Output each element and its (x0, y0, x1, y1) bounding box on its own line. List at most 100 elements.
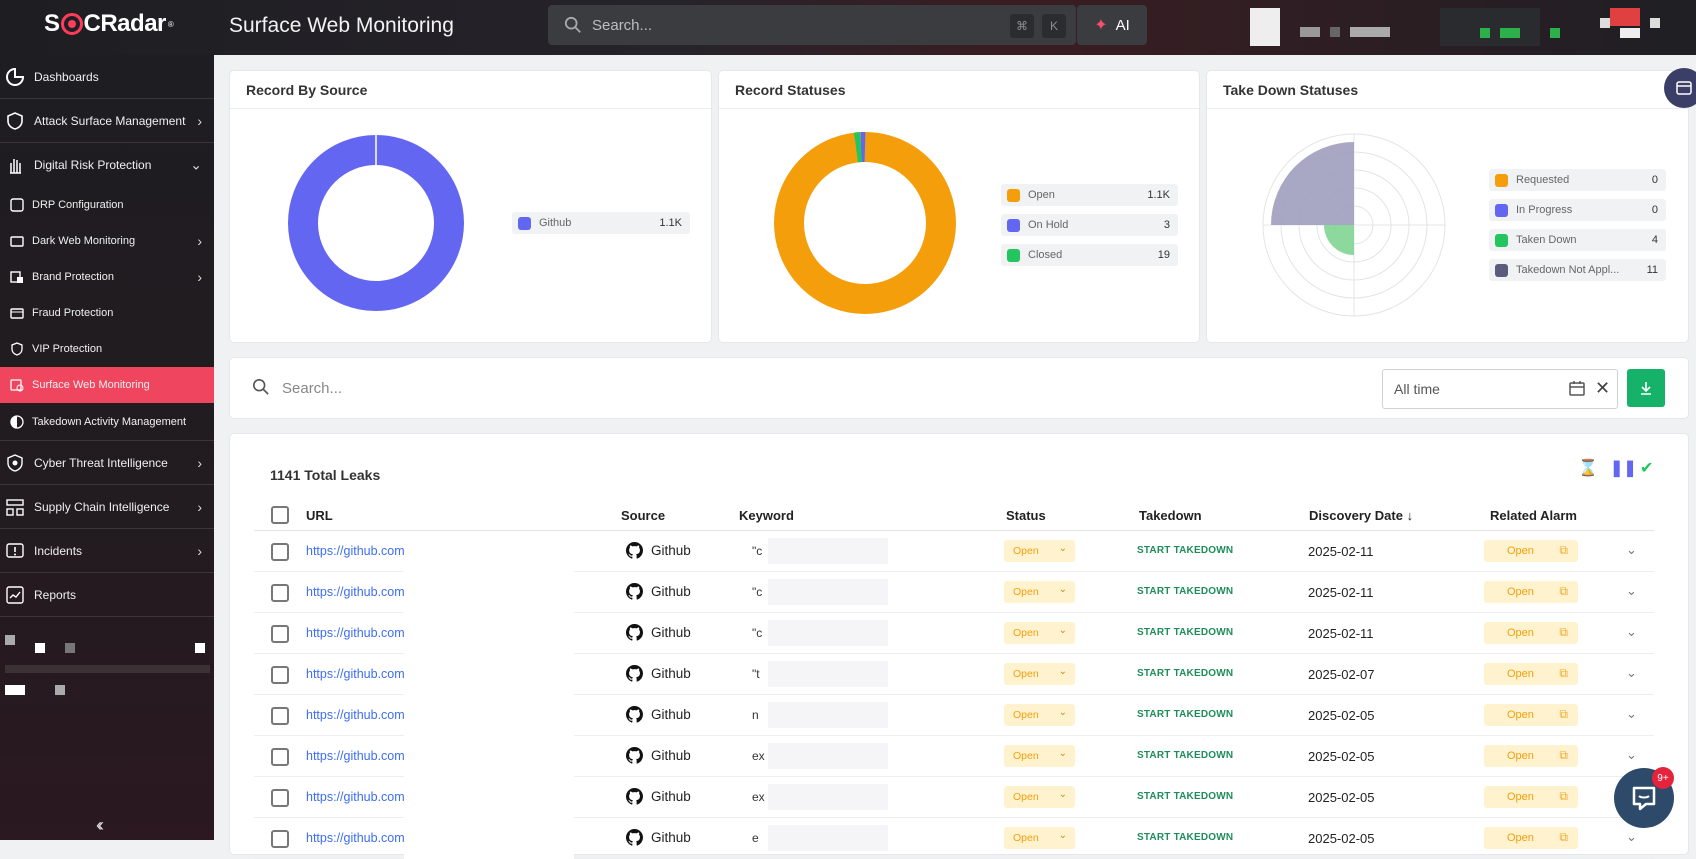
legend-github[interactable]: Github 1.1K (512, 212, 690, 234)
row-checkbox[interactable] (271, 543, 289, 561)
related-alarm-link[interactable]: Open ⧉ (1484, 786, 1578, 808)
leak-url-link[interactable]: https://github.com (306, 585, 405, 599)
legend-requested[interactable]: Requested 0 (1489, 169, 1666, 191)
sidebar-item-surface-web[interactable]: Surface Web Monitoring (0, 367, 214, 403)
table-row[interactable]: https://github.com Github ex Open ⌄ START… (254, 736, 1654, 777)
legend-on-hold[interactable]: On Hold 3 (1001, 214, 1178, 236)
column-header-url[interactable]: URL (306, 508, 333, 523)
sidebar-item-attack-surface[interactable]: Attack Surface Management › (0, 99, 214, 143)
legend-takedown-not-applicable[interactable]: Takedown Not Appl... 11 (1489, 259, 1666, 281)
table-row[interactable]: https://github.com Github ex Open ⌄ START… (254, 777, 1654, 818)
leak-url-link[interactable]: https://github.com (306, 708, 405, 722)
status-dropdown[interactable]: Open ⌄ (1004, 827, 1075, 849)
legend-open[interactable]: Open 1.1K (1001, 184, 1178, 206)
expand-row-icon[interactable]: ⌄ (1626, 624, 1637, 640)
column-header-keyword[interactable]: Keyword (739, 508, 794, 523)
legend-in-progress[interactable]: In Progress 0 (1489, 199, 1666, 221)
side-panel-toggle[interactable] (1664, 68, 1696, 108)
sidebar-item-dark-web[interactable]: Dark Web Monitoring › (0, 223, 214, 259)
org-badge[interactable] (1610, 8, 1640, 26)
collapse-sidebar-icon[interactable]: ‹‹ (96, 815, 104, 836)
status-dropdown[interactable]: Open ⌄ (1004, 704, 1075, 726)
sidebar-item-supply-chain[interactable]: Supply Chain Intelligence › (0, 485, 214, 529)
row-checkbox[interactable] (271, 584, 289, 602)
leak-search-input[interactable]: Search... (282, 380, 342, 397)
sidebar-item-cyber-threat[interactable]: Cyber Threat Intelligence › (0, 441, 214, 485)
sidebar-item-fraud-protection[interactable]: Fraud Protection (0, 295, 214, 331)
expand-row-icon[interactable]: ⌄ (1626, 747, 1637, 763)
pause-icon[interactable]: ❚❚ (1610, 458, 1637, 478)
start-takedown-button[interactable]: START TAKEDOWN (1137, 586, 1233, 597)
global-search[interactable]: Search... ⌘ K (548, 5, 1076, 45)
expand-row-icon[interactable]: ⌄ (1626, 665, 1637, 681)
record-by-source-donut[interactable] (286, 133, 466, 313)
legend-closed[interactable]: Closed 19 (1001, 244, 1178, 266)
sidebar-item-takedown-activity[interactable]: Takedown Activity Management (0, 403, 214, 441)
sidebar-item-reports[interactable]: Reports (0, 573, 214, 617)
start-takedown-button[interactable]: START TAKEDOWN (1137, 832, 1233, 843)
socradar-logo[interactable]: S CRadar ® (44, 10, 174, 38)
start-takedown-button[interactable]: START TAKEDOWN (1137, 791, 1233, 802)
download-button[interactable] (1627, 369, 1665, 407)
leak-url-link[interactable]: https://github.com (306, 544, 405, 558)
related-alarm-link[interactable]: Open ⧉ (1484, 827, 1578, 849)
row-checkbox[interactable] (271, 748, 289, 766)
sidebar-item-brand-protection[interactable]: Brand Protection › (0, 259, 214, 295)
column-header-source[interactable]: Source (621, 508, 665, 523)
leak-url-link[interactable]: https://github.com (306, 749, 405, 763)
table-row[interactable]: https://github.com Github "t Open ⌄ START… (254, 654, 1654, 695)
related-alarm-link[interactable]: Open ⧉ (1484, 704, 1578, 726)
status-dropdown[interactable]: Open ⌄ (1004, 581, 1075, 603)
row-checkbox[interactable] (271, 789, 289, 807)
leak-url-link[interactable]: https://github.com (306, 626, 405, 640)
related-alarm-link[interactable]: Open ⧉ (1484, 663, 1578, 685)
sidebar-item-digital-risk[interactable]: Digital Risk Protection ⌄ (0, 143, 214, 187)
status-dropdown[interactable]: Open ⌄ (1004, 540, 1075, 562)
leak-url-link[interactable]: https://github.com (306, 790, 405, 804)
leak-url-link[interactable]: https://github.com (306, 831, 405, 845)
related-alarm-link[interactable]: Open ⧉ (1484, 581, 1578, 603)
legend-taken-down[interactable]: Taken Down 4 (1489, 229, 1666, 251)
row-checkbox[interactable] (271, 830, 289, 848)
row-checkbox[interactable] (271, 666, 289, 684)
table-row[interactable]: https://github.com Github "c Open ⌄ START… (254, 531, 1654, 572)
row-checkbox[interactable] (271, 625, 289, 643)
column-header-discovery-date[interactable]: Discovery Date ↓ (1309, 508, 1413, 523)
column-header-takedown[interactable]: Takedown (1139, 508, 1202, 523)
row-checkbox[interactable] (271, 707, 289, 725)
check-icon[interactable]: ✔ (1640, 458, 1653, 478)
record-statuses-donut[interactable] (773, 131, 957, 315)
status-dropdown[interactable]: Open ⌄ (1004, 663, 1075, 685)
table-row[interactable]: https://github.com Github n Open ⌄ START … (254, 695, 1654, 736)
related-alarm-link[interactable]: Open ⧉ (1484, 745, 1578, 767)
expand-row-icon[interactable]: ⌄ (1626, 583, 1637, 599)
related-alarm-link[interactable]: Open ⧉ (1484, 540, 1578, 562)
select-all-checkbox[interactable] (271, 506, 289, 524)
table-row[interactable]: https://github.com Github "c Open ⌄ START… (254, 572, 1654, 613)
ai-button[interactable]: ✦ AI (1077, 5, 1147, 45)
sidebar-item-dashboards[interactable]: Dashboards (0, 55, 214, 99)
start-takedown-button[interactable]: START TAKEDOWN (1137, 545, 1233, 556)
clear-date-icon[interactable]: ✕ (1595, 378, 1610, 399)
sidebar-item-drp-config[interactable]: DRP Configuration (0, 187, 214, 223)
take-down-polar-chart[interactable] (1262, 133, 1446, 317)
calendar-icon[interactable] (1569, 380, 1585, 396)
table-row[interactable]: https://github.com Github "c Open ⌄ START… (254, 613, 1654, 654)
status-dropdown[interactable]: Open ⌄ (1004, 745, 1075, 767)
expand-row-icon[interactable]: ⌄ (1626, 542, 1637, 558)
expand-row-icon[interactable]: ⌄ (1626, 829, 1637, 845)
leak-url-link[interactable]: https://github.com (306, 667, 405, 681)
start-takedown-button[interactable]: START TAKEDOWN (1137, 668, 1233, 679)
status-dropdown[interactable]: Open ⌄ (1004, 622, 1075, 644)
table-row[interactable]: https://github.com Github e Open ⌄ START … (254, 818, 1654, 859)
sidebar-item-incidents[interactable]: Incidents › (0, 529, 214, 573)
start-takedown-button[interactable]: START TAKEDOWN (1137, 750, 1233, 761)
date-range-picker[interactable]: All time ✕ (1382, 369, 1618, 409)
user-avatar[interactable] (1250, 8, 1280, 46)
hourglass-icon[interactable]: ⌛ (1578, 458, 1598, 478)
expand-row-icon[interactable]: ⌄ (1626, 706, 1637, 722)
start-takedown-button[interactable]: START TAKEDOWN (1137, 627, 1233, 638)
column-header-status[interactable]: Status (1006, 508, 1046, 523)
start-takedown-button[interactable]: START TAKEDOWN (1137, 709, 1233, 720)
column-header-related-alarm[interactable]: Related Alarm (1490, 508, 1577, 523)
